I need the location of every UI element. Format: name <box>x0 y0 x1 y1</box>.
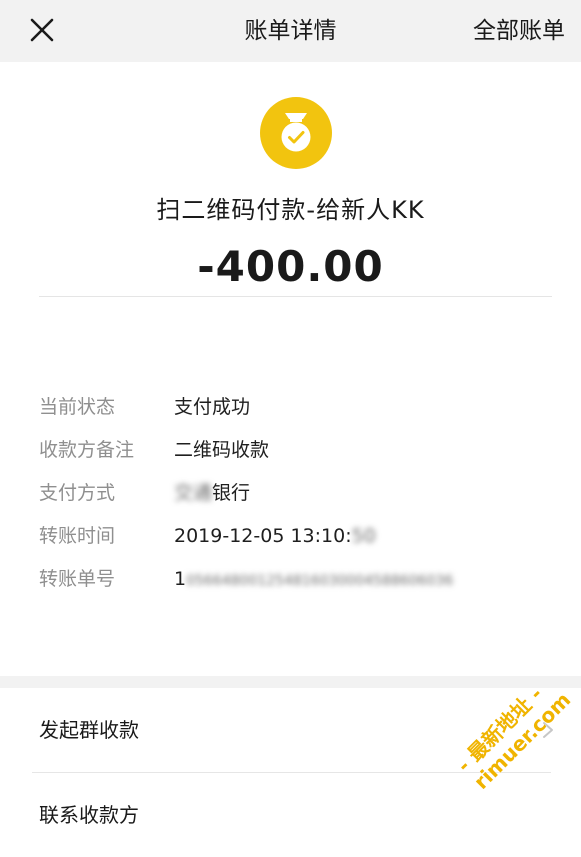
money-bag-check-icon <box>260 97 332 169</box>
detail-label: 转账单号 <box>39 568 116 590</box>
section-gap <box>0 676 581 688</box>
contact-payee-button[interactable]: 联系收款方 <box>0 773 581 857</box>
transfer-time-visible: 2019-12-05 13:10: <box>174 525 352 547</box>
action-label: 发起群收款 <box>39 718 139 742</box>
detail-value: 2019-12-05 13:10:50 <box>174 521 376 551</box>
transfer-time-blurred: 50 <box>351 525 376 547</box>
detail-label: 转账时间 <box>39 525 116 547</box>
close-icon <box>30 18 54 42</box>
transaction-title: 扫二维码付款-给新人KK <box>156 196 425 224</box>
detail-label: 支付方式 <box>39 482 116 504</box>
transaction-summary: 扫二维码付款-给新人KK -400.00 <box>0 62 581 358</box>
divider <box>39 296 552 297</box>
detail-row-payment-method: 支付方式 交通银行 <box>0 478 581 508</box>
blurred-bank-name: 交通 <box>174 482 213 504</box>
transfer-id-visible: 1 <box>174 568 187 590</box>
close-button[interactable] <box>26 14 58 46</box>
detail-label: 当前状态 <box>39 396 116 418</box>
all-bills-link[interactable]: 全部账单 <box>473 0 565 62</box>
detail-row-status: 当前状态 支付成功 <box>0 392 581 422</box>
detail-value: 交通银行 <box>174 478 250 508</box>
transaction-amount: -400.00 <box>197 242 384 291</box>
action-label: 联系收款方 <box>39 803 139 827</box>
detail-value: 支付成功 <box>174 396 251 418</box>
transfer-id-blurred: 056648001254816030004588606036 <box>186 573 454 589</box>
bank-suffix: 银行 <box>212 482 251 504</box>
detail-label: 收款方备注 <box>39 439 135 461</box>
detail-value: 1056648001254816030004588606036 <box>174 564 453 596</box>
detail-row-transfer-time: 转账时间 2019-12-05 13:10:50 <box>0 521 581 551</box>
start-group-collection-button[interactable]: 发起群收款 <box>0 688 581 772</box>
chevron-right-icon <box>543 722 553 738</box>
navigation-bar: 账单详情 全部账单 <box>0 0 581 62</box>
detail-value: 二维码收款 <box>174 439 270 461</box>
detail-row-payee-note: 收款方备注 二维码收款 <box>0 435 581 465</box>
detail-row-transfer-id: 转账单号 1056648001254816030004588606036 <box>0 564 581 594</box>
